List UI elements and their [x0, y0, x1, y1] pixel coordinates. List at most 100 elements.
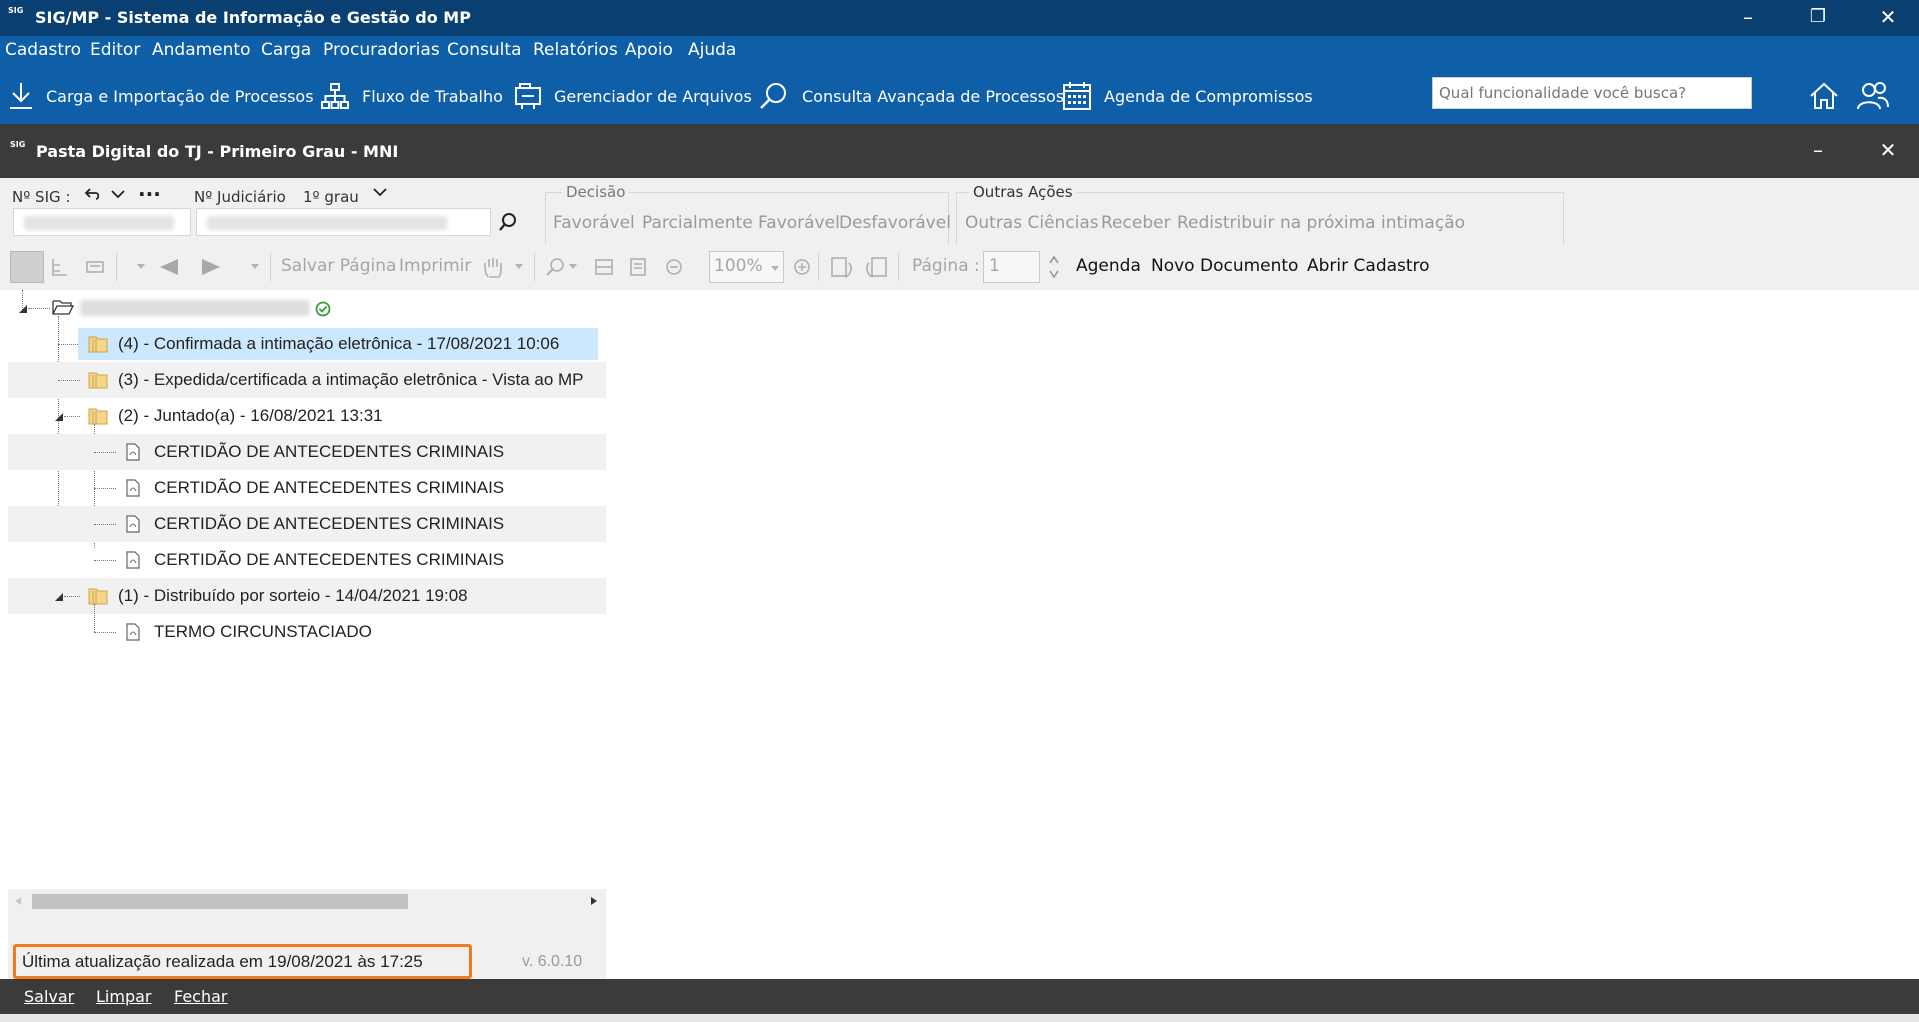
salvar-button[interactable]: Salvar: [24, 987, 74, 1006]
minimize-button[interactable]: –: [1718, 0, 1778, 36]
menu-ajuda[interactable]: Ajuda: [688, 40, 736, 60]
toolbar-item-label: Agenda de Compromissos: [1104, 86, 1313, 106]
folder-icon: [88, 408, 108, 425]
tree-view-toggle-button[interactable]: [10, 251, 44, 283]
novo-documento-button[interactable]: Novo Documento: [1151, 256, 1298, 276]
tree-item[interactable]: (1) - Distribuído por sorteio - 14/04/20…: [8, 578, 606, 614]
menu-apoio[interactable]: Apoio: [625, 40, 673, 60]
menu-editor[interactable]: Editor: [90, 40, 140, 60]
tree-structure-icon[interactable]: [50, 257, 70, 277]
redistribuir-button[interactable]: Redistribuir na próxima intimação: [1177, 213, 1465, 233]
version-label: v. 6.0.10: [522, 953, 583, 970]
grau-selector[interactable]: 1º grau: [303, 188, 359, 206]
toolbar-fluxo-trabalho[interactable]: Fluxo de Trabalho: [320, 80, 503, 112]
folder-icon: [88, 372, 108, 389]
receber-button[interactable]: Receber: [1101, 213, 1171, 233]
imprimir-button[interactable]: Imprimir: [399, 256, 471, 276]
limpar-button[interactable]: Limpar: [96, 987, 151, 1006]
maximize-button[interactable]: ❐: [1788, 0, 1848, 36]
file-manager-icon: [515, 83, 541, 109]
folder-icon: [88, 588, 108, 605]
grau-chevron-down-icon[interactable]: [372, 186, 388, 198]
rotate-right-icon[interactable]: [863, 255, 889, 281]
outras-ciencias-button[interactable]: Outras Ciências: [965, 213, 1099, 233]
scrollbar-thumb[interactable]: [32, 894, 408, 909]
next-page-icon[interactable]: [200, 257, 222, 277]
decisao-title: Decisão: [562, 183, 630, 201]
dropdown-arrow-icon[interactable]: [568, 263, 578, 271]
tree-item[interactable]: (2) - Juntado(a) - 16/08/2021 13:31: [8, 398, 606, 434]
toolbar-item-label: Carga e Importação de Processos: [46, 86, 314, 106]
zoom-search-icon[interactable]: [544, 256, 566, 278]
child-minimize-button[interactable]: –: [1788, 133, 1848, 169]
tree-document[interactable]: CERTIDÃO DE ANTECEDENTES CRIMINAIS: [8, 506, 606, 542]
menu-cadastro[interactable]: Cadastro: [5, 40, 81, 60]
page-spinner-icon[interactable]: [1048, 253, 1060, 281]
zoom-in-icon[interactable]: [792, 257, 812, 277]
abrir-cadastro-button[interactable]: Abrir Cadastro: [1307, 256, 1430, 276]
menu-procuradorias[interactable]: Procuradorias: [323, 40, 440, 60]
fit-width-icon[interactable]: [594, 257, 614, 277]
desfavoravel-button[interactable]: Desfavorável: [839, 213, 951, 233]
previous-page-icon[interactable]: [158, 257, 180, 277]
redacted-value: [207, 216, 447, 230]
check-circle-icon: [315, 301, 331, 317]
rotate-left-icon[interactable]: [829, 255, 855, 281]
chevron-down-icon[interactable]: [110, 188, 126, 200]
tree-item[interactable]: (4) - Confirmada a intimação eletrônica …: [8, 326, 606, 362]
zoom-select[interactable]: 100%: [709, 251, 784, 283]
fechar-button[interactable]: Fechar: [174, 987, 228, 1006]
toolbar-consulta-avancada[interactable]: Consulta Avançada de Processos: [758, 80, 1064, 112]
app-logo-icon: SIG: [8, 6, 24, 15]
search-icon[interactable]: [497, 211, 519, 233]
zoom-value: 100%: [714, 256, 763, 276]
menu-relatorios[interactable]: Relatórios: [533, 40, 618, 60]
function-search-input[interactable]: [1432, 77, 1752, 109]
tree-root[interactable]: [8, 290, 606, 326]
dropdown-arrow-icon[interactable]: [136, 263, 146, 271]
undo-icon[interactable]: [84, 186, 102, 202]
sig-number-input[interactable]: [13, 208, 191, 236]
pagina-input[interactable]: 1: [983, 251, 1040, 283]
favoravel-button[interactable]: Favorável: [553, 213, 635, 233]
tree-item[interactable]: (3) - Expedida/certificada a intimação e…: [8, 362, 606, 398]
zoom-out-icon[interactable]: [664, 257, 684, 277]
home-icon[interactable]: [1808, 80, 1840, 112]
hand-tool-icon[interactable]: [482, 255, 504, 279]
tree-line: [94, 488, 116, 489]
print-list-icon[interactable]: [85, 257, 105, 277]
more-icon[interactable]: ···: [138, 182, 161, 206]
child-window-title: Pasta Digital do TJ - Primeiro Grau - MN…: [36, 142, 399, 161]
scroll-right-icon[interactable]: [590, 896, 598, 906]
fit-page-icon[interactable]: [628, 257, 648, 277]
menu-carga[interactable]: Carga: [261, 40, 311, 60]
toolbar-carga-importacao[interactable]: Carga e Importação de Processos: [8, 80, 314, 112]
dropdown-arrow-icon[interactable]: [514, 263, 524, 271]
tree-line: [94, 524, 116, 525]
tree-document[interactable]: CERTIDÃO DE ANTECEDENTES CRIMINAIS: [8, 434, 606, 470]
calendar-icon: [1063, 82, 1091, 110]
judiciario-number-input[interactable]: [196, 208, 491, 236]
toolbar-agenda-compromissos[interactable]: Agenda de Compromissos: [1062, 80, 1313, 112]
menu-consulta[interactable]: Consulta: [447, 40, 521, 60]
agenda-button[interactable]: Agenda: [1076, 256, 1141, 276]
menu-andamento[interactable]: Andamento: [152, 40, 250, 60]
dropdown-arrow-icon[interactable]: [250, 263, 260, 271]
child-close-button[interactable]: ✕: [1858, 133, 1918, 169]
users-icon[interactable]: [1856, 80, 1890, 112]
scroll-left-icon[interactable]: [14, 896, 22, 906]
expanded-arrow-icon[interactable]: [18, 304, 28, 314]
salvar-pagina-button[interactable]: Salvar Página: [281, 256, 396, 276]
tree-document-label: TERMO CIRCUNSTACIADO: [154, 622, 372, 641]
expanded-arrow-icon[interactable]: [54, 412, 64, 422]
viewer-toolbar: Salvar Página Imprimir 100% Página : 1 A…: [0, 245, 1919, 290]
expanded-arrow-icon[interactable]: [54, 592, 64, 602]
tree-document[interactable]: CERTIDÃO DE ANTECEDENTES CRIMINAIS: [8, 470, 606, 506]
pagina-label: Página :: [912, 256, 980, 276]
tree-document[interactable]: TERMO CIRCUNSTACIADO: [8, 614, 606, 650]
parcialmente-favoravel-button[interactable]: Parcialmente Favorável: [642, 213, 840, 233]
tree-document[interactable]: CERTIDÃO DE ANTECEDENTES CRIMINAIS: [8, 542, 606, 578]
toolbar-gerenciador-arquivos[interactable]: Gerenciador de Arquivos: [514, 80, 752, 112]
tree-horizontal-scrollbar[interactable]: [8, 889, 606, 913]
close-button[interactable]: ✕: [1858, 0, 1918, 36]
